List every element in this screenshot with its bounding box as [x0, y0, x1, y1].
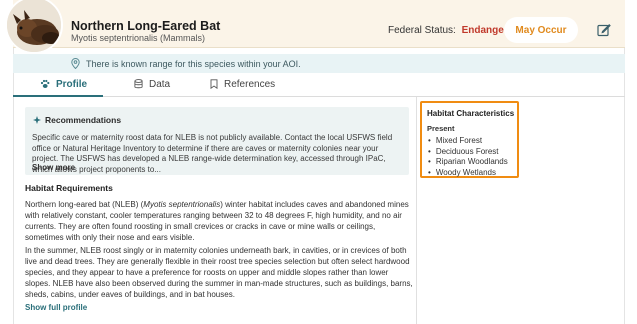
location-pin-icon	[71, 58, 80, 69]
habitat-item: Riparian Woodlands	[428, 157, 508, 168]
tab-profile-label: Profile	[56, 78, 88, 90]
occurrence-badge[interactable]: May Occur	[504, 17, 578, 43]
recommendations-box: Recommendations Specific cave or materni…	[25, 107, 409, 175]
habitat-paragraph-winter: Northern long-eared bat (NLEB) (Myotis s…	[25, 199, 413, 243]
species-title: Northern Long-Eared Bat	[71, 19, 221, 33]
habitat-characteristics-title: Habitat Characteristics	[427, 109, 515, 118]
species-subtitle: Myotis septentrionalis (Mammals)	[71, 33, 206, 43]
range-banner-text: There is known range for this species wi…	[86, 58, 301, 69]
tab-data-label: Data	[149, 78, 171, 90]
habitat-item: Mixed Forest	[428, 136, 508, 147]
edit-icon	[597, 23, 611, 37]
habitat-item: Woody Wetlands	[428, 168, 508, 179]
federal-status-label: Federal Status:	[388, 25, 456, 36]
habitat-paragraph-summer: In the summer, NLEB roost singly or in m…	[25, 246, 413, 299]
database-icon	[134, 79, 149, 89]
sparkle-icon	[33, 116, 45, 124]
paw-icon	[40, 79, 56, 89]
habitat-item: Deciduous Forest	[428, 147, 508, 158]
profile-tabs: Profile Data References	[13, 71, 625, 97]
bookmark-icon	[210, 79, 224, 89]
scientific-name: Myotis septentrionalis	[143, 200, 221, 209]
active-tab-indicator	[13, 95, 103, 97]
edit-button[interactable]	[595, 21, 613, 39]
recommendations-title-text: Recommendations	[45, 115, 122, 125]
species-header: Northern Long-Eared Bat Myotis septentri…	[5, 0, 625, 54]
federal-status: Federal Status: Endangered	[388, 25, 519, 36]
species-avatar	[5, 0, 63, 54]
show-full-profile-link[interactable]: Show full profile	[25, 303, 87, 312]
para1-pre: Northern long-eared bat (NLEB) (	[25, 200, 144, 209]
tab-references[interactable]: References	[210, 71, 275, 97]
recommendations-title: Recommendations	[33, 115, 121, 125]
tab-profile[interactable]: Profile	[40, 71, 87, 97]
habitat-characteristics-box: Habitat Characteristics Present Mixed Fo…	[420, 101, 519, 178]
show-more-link[interactable]: Show more	[32, 163, 75, 172]
range-banner: There is known range for this species wi…	[13, 48, 625, 73]
recommendations-text: Specific cave or maternity roost data fo…	[32, 133, 393, 174]
tab-data[interactable]: Data	[134, 71, 170, 97]
habitat-requirements-heading: Habitat Requirements	[25, 183, 113, 193]
habitat-list: Mixed Forest Deciduous Forest Riparian W…	[428, 136, 508, 178]
panel-divider	[416, 97, 417, 324]
tab-references-label: References	[224, 78, 276, 90]
habitat-present-label: Present	[427, 124, 455, 133]
